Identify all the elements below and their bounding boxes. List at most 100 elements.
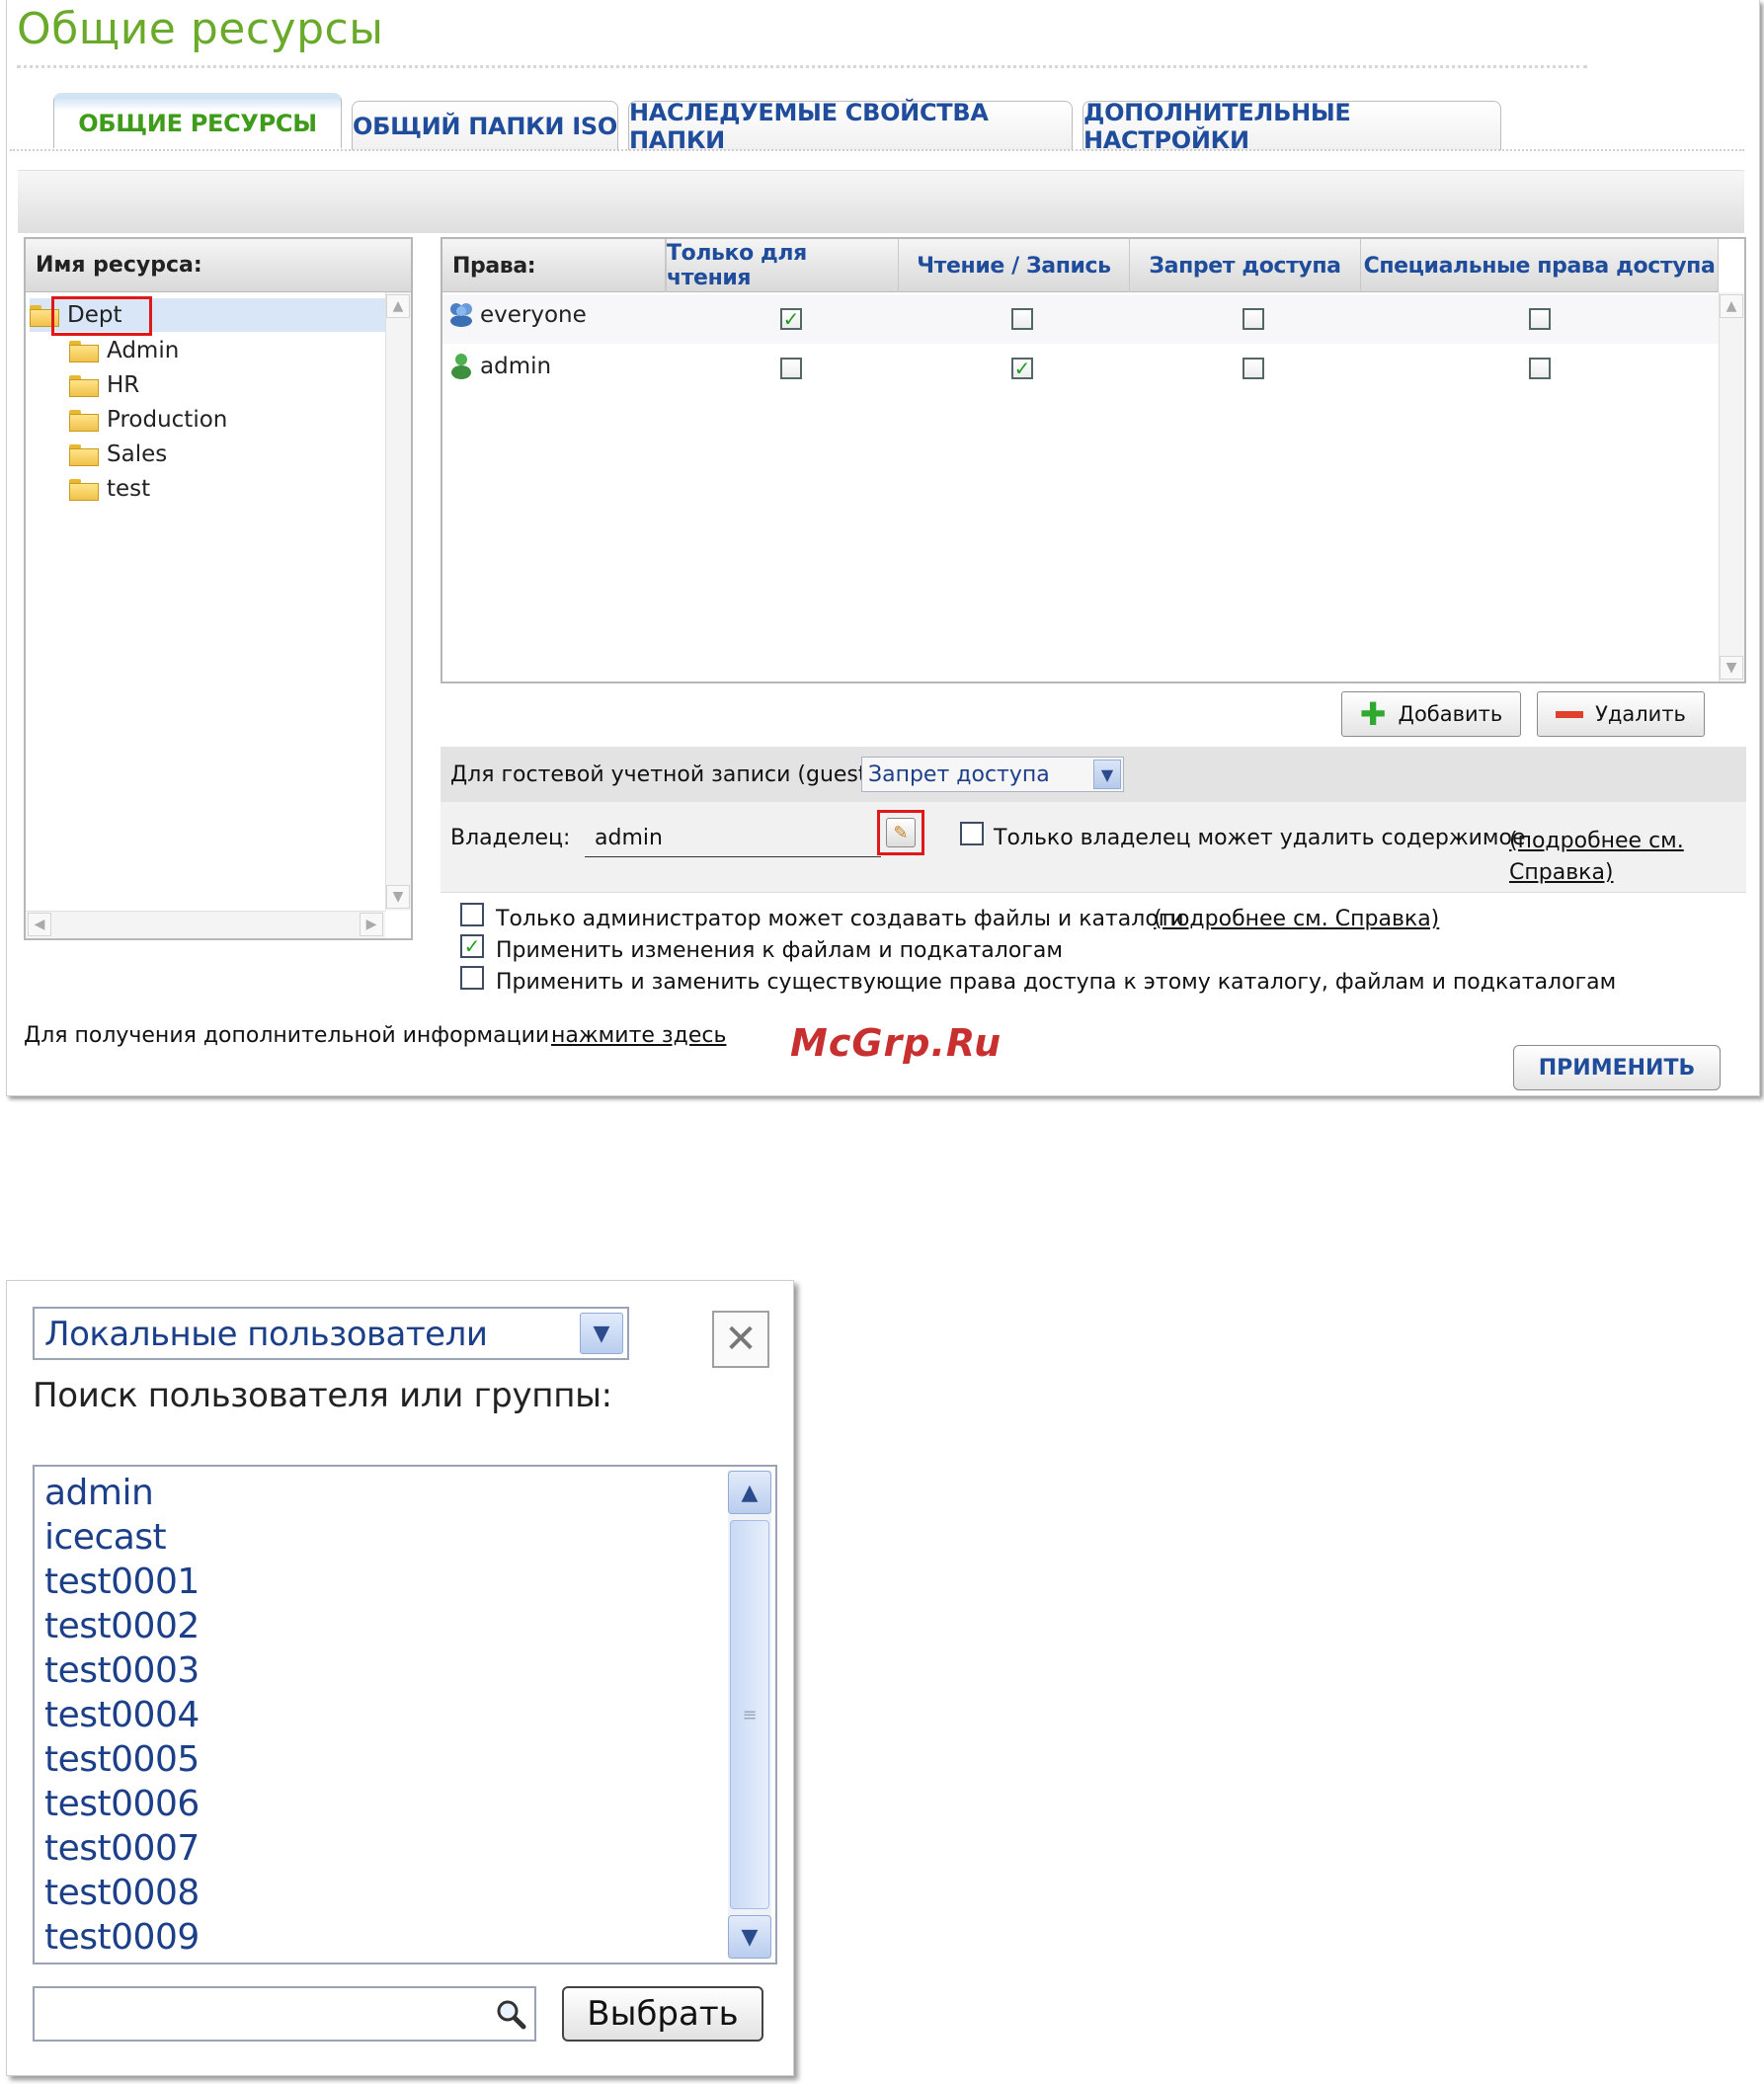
search-label: Поиск пользователя или группы: bbox=[33, 1376, 612, 1415]
tree-item-admin[interactable]: Admin bbox=[69, 334, 179, 367]
tab-label: ОБЩИЙ ПАПКИ ISO bbox=[353, 112, 617, 140]
read-write-checkbox[interactable]: ✓ bbox=[1011, 358, 1033, 379]
scroll-down-icon[interactable]: ▼ bbox=[728, 1915, 771, 1959]
owner-field[interactable]: admin bbox=[585, 824, 881, 857]
chevron-down-icon[interactable]: ▼ bbox=[580, 1313, 623, 1354]
scroll-up-icon[interactable]: ▲ bbox=[728, 1471, 771, 1514]
read-only-column-header[interactable]: Только для чтения bbox=[666, 239, 899, 292]
scroll-down-icon[interactable]: ▼ bbox=[1720, 656, 1743, 680]
list-item[interactable]: test0007 bbox=[44, 1828, 200, 1869]
read-write-column-header[interactable]: Чтение / Запись bbox=[899, 239, 1130, 292]
admin-only-create-label: Только администратор может создавать фай… bbox=[496, 907, 1184, 931]
table-row[interactable]: admin ✓ bbox=[442, 346, 1719, 395]
add-button[interactable]: ✚ Добавить bbox=[1341, 691, 1521, 737]
folder-icon bbox=[69, 375, 99, 397]
read-only-checkbox[interactable] bbox=[780, 358, 802, 379]
edit-owner-button[interactable]: ✎ bbox=[877, 810, 924, 855]
special-column-header[interactable]: Специальные права доступа bbox=[1361, 239, 1719, 292]
tab-label: ДОПОЛНИТЕЛЬНЫЕ НАСТРОЙКИ bbox=[1083, 98, 1351, 154]
apply-to-subfolders-checkbox[interactable]: ✓ bbox=[460, 934, 484, 958]
apply-button[interactable]: ПРИМЕНИТЬ bbox=[1513, 1045, 1721, 1090]
list-item[interactable]: test0006 bbox=[44, 1784, 200, 1824]
watermark: McGrp.Ru bbox=[790, 1021, 1002, 1065]
toolbar-strip bbox=[18, 170, 1744, 233]
deny-column-header[interactable]: Запрет доступа bbox=[1130, 239, 1361, 292]
tree-item-hr[interactable]: HR bbox=[69, 368, 139, 402]
replace-permissions-label: Применить и заменить существующие права … bbox=[496, 970, 1617, 995]
user-list-scrollbar[interactable]: ▲ ≡ ▼ bbox=[728, 1471, 771, 1959]
apply-to-subfolders-label: Применить изменения к файлам и подкатало… bbox=[496, 938, 1063, 963]
remove-button[interactable]: Удалить bbox=[1537, 691, 1705, 737]
folder-icon bbox=[69, 444, 99, 466]
resource-tree-panel: Имя ресурса: Dept Admin HR Production Sa… bbox=[24, 237, 413, 940]
guest-access-value: Запрет доступа bbox=[868, 762, 1050, 787]
select-user-button-label: Выбрать bbox=[587, 1994, 739, 2034]
title-divider bbox=[17, 65, 1587, 68]
scroll-right-icon[interactable]: ▶ bbox=[360, 913, 383, 936]
replace-permissions-checkbox[interactable] bbox=[460, 966, 484, 990]
add-button-label: Добавить bbox=[1398, 702, 1503, 726]
guest-access-select[interactable]: Запрет доступа ▼ bbox=[861, 757, 1124, 792]
read-write-checkbox[interactable] bbox=[1011, 308, 1033, 330]
close-icon[interactable]: ✕ bbox=[712, 1311, 769, 1368]
read-only-checkbox[interactable]: ✓ bbox=[780, 308, 802, 330]
permissions-vertical-scrollbar[interactable]: ▲ ▼ bbox=[1719, 292, 1744, 681]
special-checkbox[interactable] bbox=[1529, 358, 1551, 379]
user-icon bbox=[451, 354, 471, 379]
tree-item-label: Admin bbox=[107, 338, 180, 363]
folder-icon bbox=[69, 479, 99, 501]
help-link[interactable]: (подробнее см. Справка) bbox=[1154, 907, 1439, 931]
tab-advanced-settings[interactable]: ДОПОЛНИТЕЛЬНЫЕ НАСТРОЙКИ bbox=[1082, 99, 1501, 154]
tab-iso-shares[interactable]: ОБЩИЙ ПАПКИ ISO bbox=[352, 101, 618, 150]
folder-icon bbox=[69, 341, 99, 362]
deny-checkbox[interactable] bbox=[1243, 308, 1264, 330]
tab-shared-resources[interactable]: ОБЩИЕ РЕСУРСЫ bbox=[53, 93, 342, 148]
only-owner-delete-label: Только владелец может удалить содержимое bbox=[994, 826, 1526, 850]
scroll-up-icon[interactable]: ▲ bbox=[386, 294, 410, 318]
table-row[interactable]: everyone ✓ bbox=[442, 294, 1719, 344]
tree-item-sales[interactable]: Sales bbox=[69, 438, 167, 471]
tree-item-production[interactable]: Production bbox=[69, 403, 227, 437]
search-icon[interactable] bbox=[495, 1998, 526, 2030]
tab-label: НАСЛЕДУЕМЫЕ СВОЙСТВА ПАПКИ bbox=[629, 98, 989, 154]
deny-checkbox[interactable] bbox=[1243, 358, 1264, 379]
list-item[interactable]: test0008 bbox=[44, 1873, 200, 1913]
tab-label: ОБЩИЕ РЕСУРСЫ bbox=[78, 110, 317, 137]
tree-vertical-scrollbar[interactable]: ▲ ▼ bbox=[385, 292, 411, 911]
footer-text: Для получения дополнительной информации bbox=[24, 1023, 550, 1048]
edit-icon: ✎ bbox=[886, 818, 916, 847]
tab-inherited-folder-properties[interactable]: НАСЛЕДУЕМЫЕ СВОЙСТВА ПАПКИ bbox=[628, 99, 1073, 154]
tree-item-label: Sales bbox=[107, 441, 168, 467]
user-picker-dialog: Локальные пользователи ▼ ✕ Поиск пользов… bbox=[6, 1280, 794, 2076]
special-checkbox[interactable] bbox=[1529, 308, 1551, 330]
user-source-select[interactable]: Локальные пользователи ▼ bbox=[33, 1307, 629, 1360]
only-owner-delete-checkbox[interactable] bbox=[960, 822, 984, 845]
list-item[interactable]: admin bbox=[44, 1473, 154, 1513]
list-item[interactable]: test0002 bbox=[44, 1606, 200, 1646]
user-search-input[interactable] bbox=[33, 1986, 536, 2042]
user-source-value: Локальные пользователи bbox=[44, 1315, 488, 1354]
list-item[interactable]: test0001 bbox=[44, 1562, 200, 1602]
plus-icon: ✚ bbox=[1359, 695, 1387, 733]
scroll-thumb[interactable]: ≡ bbox=[730, 1520, 769, 1909]
list-item[interactable]: icecast bbox=[44, 1517, 167, 1558]
scroll-left-icon[interactable]: ◀ bbox=[28, 913, 51, 936]
list-item[interactable]: test0003 bbox=[44, 1650, 200, 1691]
tree-item-test[interactable]: test bbox=[69, 472, 150, 506]
list-item[interactable]: test0005 bbox=[44, 1739, 200, 1780]
chevron-down-icon[interactable]: ▼ bbox=[1093, 760, 1121, 789]
scroll-down-icon[interactable]: ▼ bbox=[386, 885, 410, 909]
guest-access-row: Для гостевой учетной записи (guest): Зап… bbox=[441, 747, 1746, 802]
select-user-button[interactable]: Выбрать bbox=[562, 1986, 763, 2042]
help-link[interactable]: (подробнее см. Справка) bbox=[1509, 826, 1726, 889]
scroll-up-icon[interactable]: ▲ bbox=[1720, 294, 1743, 318]
more-info-link[interactable]: нажмите здесь bbox=[551, 1023, 726, 1048]
admin-only-create-checkbox[interactable] bbox=[460, 903, 484, 926]
tree-header: Имя ресурса: bbox=[26, 239, 411, 292]
tree-horizontal-scrollbar[interactable]: ◀ ▶ bbox=[26, 911, 385, 938]
tabs-divider bbox=[10, 149, 1744, 151]
list-item[interactable]: test0009 bbox=[44, 1917, 200, 1958]
owner-row: Владелец: admin ✎ Только владелец может … bbox=[441, 802, 1746, 893]
list-item[interactable]: test0004 bbox=[44, 1695, 200, 1735]
user-name: everyone bbox=[480, 302, 587, 328]
